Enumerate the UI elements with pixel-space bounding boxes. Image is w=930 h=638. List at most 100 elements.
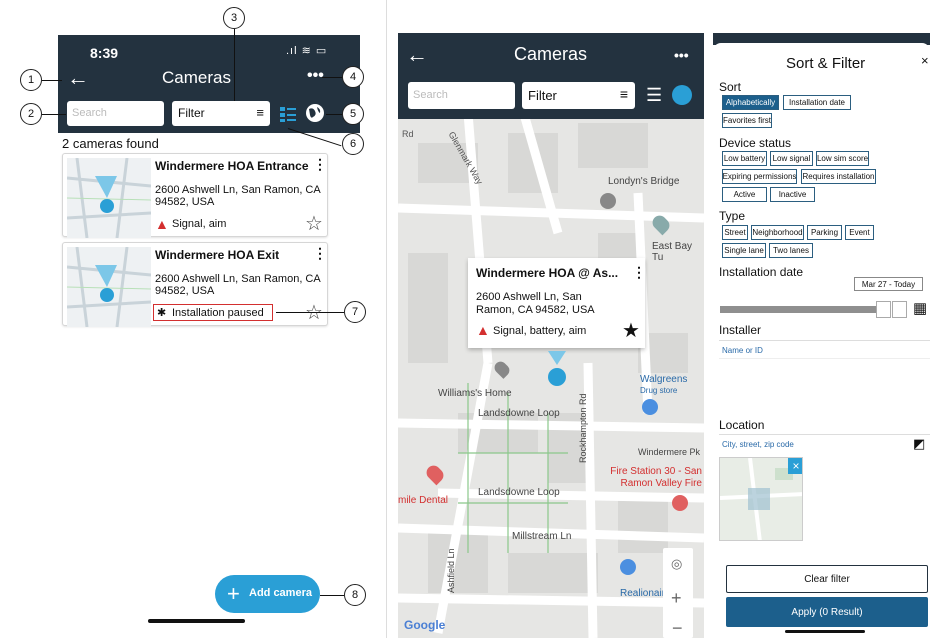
map-label: Londyn's Bridge: [608, 176, 680, 187]
divider: [386, 0, 387, 638]
sort-option[interactable]: Alphabetically: [722, 95, 779, 110]
filter-button[interactable]: Filter ≡: [172, 101, 270, 126]
camera-card[interactable]: Windermere HOA Exit ⋮ 2600 Ashwell Ln, S…: [62, 242, 328, 327]
camera-status: Signal, aim: [172, 218, 227, 230]
search-input[interactable]: Search: [408, 82, 515, 109]
back-arrow-icon[interactable]: ←: [66, 65, 90, 90]
callout-arrow: [322, 77, 342, 78]
slider-handle-start[interactable]: [876, 301, 891, 318]
status-option[interactable]: Low sim score: [816, 151, 869, 166]
map-header: ← Cameras ••• Search Filter ≡ ☰: [398, 33, 704, 119]
favorite-star-icon[interactable]: ★: [622, 318, 640, 343]
type-option[interactable]: Neighborhood: [751, 225, 804, 240]
calendar-icon[interactable]: ▦: [913, 299, 927, 317]
camera-popup[interactable]: Windermere HOA @ As... ⋮ 2600 Ashwell Ln…: [468, 258, 646, 348]
status-option[interactable]: Active: [722, 187, 767, 202]
search-input[interactable]: Search: [67, 101, 164, 126]
callout-1: 1: [20, 69, 42, 91]
popup-camera-name: Windermere HOA @ As...: [476, 266, 619, 280]
camera-name: Windermere HOA Entrance: [155, 159, 309, 173]
globe-map-icon[interactable]: [305, 103, 325, 123]
map-thumbnail: [67, 158, 151, 238]
home-indicator: [785, 630, 865, 633]
globe-map-icon[interactable]: [672, 85, 692, 105]
map-label: Realionair: [620, 588, 666, 599]
filter-button[interactable]: Filter ≡: [522, 82, 635, 109]
kebab-menu-icon[interactable]: ⋮: [313, 156, 327, 173]
status-option[interactable]: Low signal: [770, 151, 813, 166]
type-option[interactable]: Single lane: [722, 243, 766, 258]
list-view-icon[interactable]: ☰: [646, 85, 662, 106]
store-pin-icon[interactable]: [642, 399, 658, 415]
type-label: Type: [719, 209, 746, 223]
pin-icon[interactable]: [620, 559, 636, 575]
plus-icon: +: [227, 581, 240, 606]
map-label: Landsdowne Loop: [478, 408, 560, 419]
camera-marker[interactable]: [548, 368, 566, 386]
status-option[interactable]: Low battery: [722, 151, 767, 166]
map-label: Rockhampton Rd: [578, 393, 588, 463]
close-icon[interactable]: ×: [788, 458, 802, 474]
callout-2: 2: [20, 103, 42, 125]
filter-screen-panel: Sort & Filter × Sort Alphabetically Inst…: [713, 33, 930, 638]
type-option[interactable]: Parking: [807, 225, 842, 240]
filter-lines-icon: ≡: [256, 105, 264, 120]
map-label: Williams's Home: [438, 388, 512, 399]
more-options-icon[interactable]: •••: [307, 67, 324, 85]
map-screen-panel: ← Cameras ••• Search Filter ≡ ☰ Rd Glenm…: [398, 33, 704, 638]
kebab-menu-icon[interactable]: ⋮: [632, 264, 646, 281]
asterisk-icon: ✱: [157, 307, 167, 319]
location-map-preview[interactable]: ×: [719, 457, 803, 541]
status-highlight-box: ✱ Installation paused: [153, 304, 273, 321]
popup-status: Signal, battery, aim: [493, 325, 587, 337]
map-label: Fire Station 30 - San Ramon Valley Fire: [610, 466, 702, 489]
sort-option[interactable]: Favorites first: [722, 113, 772, 128]
location-input[interactable]: City, street, zip code: [722, 440, 794, 449]
status-time: 8:39: [90, 45, 119, 61]
location-label: Location: [719, 418, 765, 432]
more-options-icon[interactable]: •••: [674, 47, 689, 63]
add-camera-button[interactable]: + Add camera: [215, 575, 320, 613]
pin-icon[interactable]: [672, 495, 688, 511]
popup-address: 2600 Ashwell Ln, San Ramon, CA 94582, US…: [476, 291, 595, 316]
filter-label: Filter: [528, 88, 557, 103]
installer-input[interactable]: Name or ID: [722, 346, 763, 355]
google-logo: Google: [404, 618, 446, 632]
clear-filter-button[interactable]: Clear filter: [726, 565, 928, 593]
map-toggle-icon[interactable]: ◩: [913, 436, 925, 452]
date-slider-track[interactable]: [720, 306, 880, 313]
status-option[interactable]: Requires installation: [801, 169, 876, 184]
status-option[interactable]: Inactive: [770, 187, 815, 202]
back-arrow-icon[interactable]: ←: [406, 42, 428, 68]
type-option[interactable]: Two lanes: [769, 243, 813, 258]
locate-me-icon[interactable]: ◎: [671, 556, 682, 572]
callout-4: 4: [342, 66, 364, 88]
zoom-out-icon[interactable]: −: [672, 618, 683, 638]
filter-lines-icon: ≡: [619, 86, 628, 102]
callout-5: 5: [342, 103, 364, 125]
zoom-in-icon[interactable]: +: [671, 588, 682, 609]
callout-6: 6: [342, 133, 364, 155]
callout-3: 3: [223, 7, 245, 29]
type-option[interactable]: Event: [845, 225, 874, 240]
favorite-star-icon[interactable]: ☆: [305, 211, 323, 236]
divider: [719, 434, 930, 435]
callout-arrow: [276, 312, 344, 313]
filter-title: Sort & Filter: [786, 55, 866, 72]
list-view-icon[interactable]: [279, 105, 297, 123]
map-label: Ashfield Ln: [446, 548, 456, 593]
status-icons: .ıl ≋ ▭: [286, 45, 328, 57]
callout-8: 8: [344, 584, 366, 606]
type-option[interactable]: Street: [722, 225, 748, 240]
close-icon[interactable]: ×: [921, 53, 929, 68]
status-option[interactable]: Expiring permissions: [722, 169, 797, 184]
kebab-menu-icon[interactable]: ⋮: [313, 245, 327, 262]
list-header: 8:39 .ıl ≋ ▭ ← Cameras ••• Search Filter…: [58, 35, 360, 133]
page-title: Cameras: [162, 68, 231, 87]
camera-card[interactable]: Windermere HOA Entrance ⋮ 2600 Ashwell L…: [62, 153, 328, 238]
sort-option[interactable]: Installation date: [783, 95, 851, 110]
apply-button[interactable]: Apply (0 Result): [726, 597, 928, 627]
pin-icon[interactable]: [600, 193, 616, 209]
slider-handle-end[interactable]: [892, 301, 907, 318]
home-indicator: [148, 619, 245, 623]
